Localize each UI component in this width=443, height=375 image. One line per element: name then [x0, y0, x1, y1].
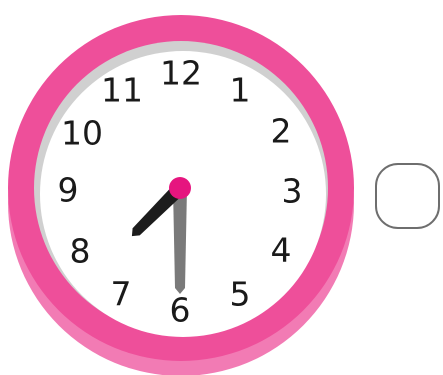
numeral-8: 8 [70, 232, 91, 271]
numeral-2: 2 [271, 112, 292, 151]
numeral-9: 9 [58, 171, 79, 210]
answer-box[interactable] [375, 163, 440, 229]
minute-hand [173, 188, 187, 294]
numeral-4: 4 [271, 231, 292, 270]
numeral-3: 3 [282, 172, 303, 211]
numeral-10: 10 [61, 114, 103, 153]
clock-exercise: 12 1 2 3 4 5 6 7 8 9 10 11 [8, 15, 440, 375]
analog-clock: 12 1 2 3 4 5 6 7 8 9 10 11 [8, 15, 354, 375]
numeral-6: 6 [170, 291, 191, 330]
center-pin [169, 177, 191, 199]
numeral-5: 5 [230, 275, 251, 314]
numeral-7: 7 [111, 275, 132, 314]
numeral-1: 1 [230, 71, 251, 110]
numeral-11: 11 [101, 71, 143, 110]
numeral-12: 12 [160, 54, 202, 93]
